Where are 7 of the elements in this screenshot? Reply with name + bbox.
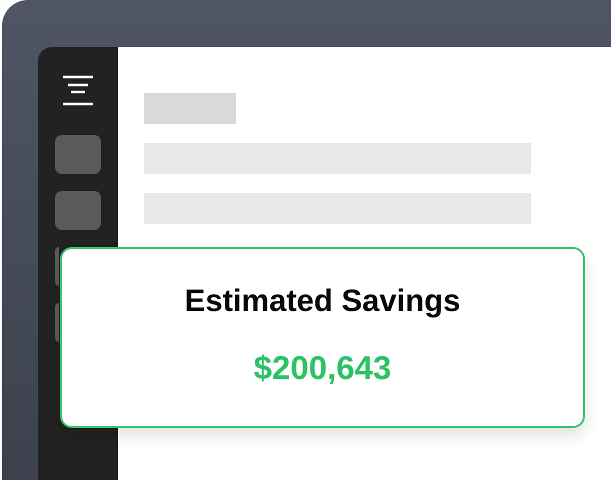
- savings-amount: $200,643: [254, 349, 392, 387]
- sidebar-tile[interactable]: [55, 135, 101, 174]
- sidebar-tile[interactable]: [55, 191, 101, 230]
- card-title: Estimated Savings: [184, 283, 460, 319]
- align-center-icon[interactable]: [62, 75, 94, 106]
- sidebar-tile[interactable]: [55, 303, 59, 342]
- sidebar-tile[interactable]: [55, 247, 59, 286]
